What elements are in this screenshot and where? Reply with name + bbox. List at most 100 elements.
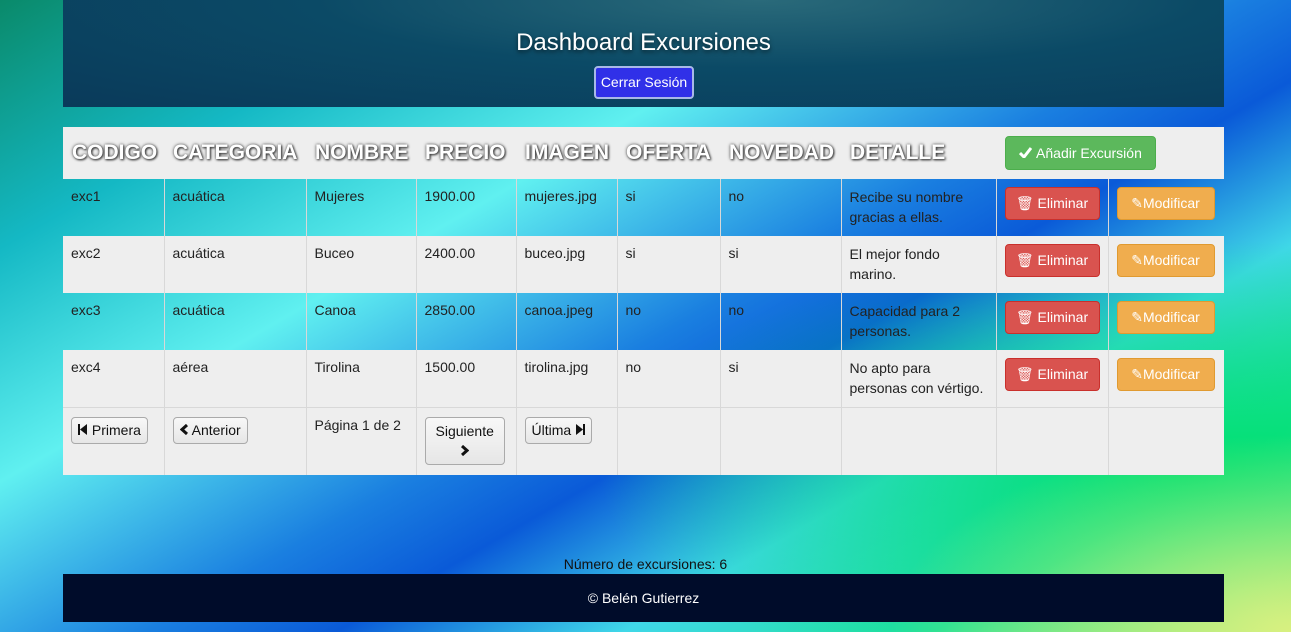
cell-precio: 2850.00 (415, 293, 516, 350)
cell-modify: ✎Modificar (1107, 293, 1224, 350)
delete-button[interactable]: 🗑 Eliminar (1004, 244, 1100, 277)
cell-oferta: si (616, 236, 720, 293)
cell-imagen: buceo.jpg (515, 236, 617, 293)
chevron-right-icon (460, 441, 470, 461)
cell-categoria: acuática (163, 293, 306, 350)
cell-categoria: acuática (163, 236, 306, 293)
cell-delete: 🗑 Eliminar (995, 350, 1108, 407)
cell-oferta: no (616, 350, 720, 407)
pagination-row: Primera Anterior Página 1 de 2 Siguiente… (63, 406, 1224, 475)
cell-imagen: mujeres.jpg (515, 179, 617, 236)
excursions-table: CODIGO CATEGORIA NOMBRE PRECIO IMAGEN OF… (63, 127, 1224, 475)
column-header-oferta: OFERTA (617, 127, 720, 179)
copyright: © Belén Gutierrez (587, 590, 700, 606)
prev-page-button[interactable]: Anterior (172, 416, 248, 444)
add-cell: Añadir Excursión (996, 127, 1224, 179)
cell-modify: ✎Modificar (1107, 179, 1224, 236)
modify-button[interactable]: ✎Modificar (1116, 244, 1215, 277)
prev-page-label: Anterior (191, 421, 241, 438)
page-title: Dashboard Excursiones (516, 29, 771, 56)
pager-prev-cell: Anterior (163, 406, 306, 475)
add-excursion-label: Añadir Excursión (1036, 145, 1142, 161)
cell-modify: ✎Modificar (1107, 236, 1224, 293)
page-info: Página 1 de 2 (305, 406, 416, 475)
column-header-imagen: IMAGEN (516, 127, 617, 179)
pencil-icon: ✎ (1131, 309, 1143, 325)
cell-nombre: Canoa (305, 293, 416, 350)
pager-next-cell: Siguiente (415, 406, 516, 475)
check-icon (1019, 137, 1033, 169)
pager-first-cell: Primera (63, 406, 164, 475)
page-footer: © Belén Gutierrez (63, 574, 1224, 622)
cell-nombre: Tirolina (305, 350, 416, 407)
delete-button[interactable]: 🗑 Eliminar (1004, 187, 1100, 220)
delete-button[interactable]: 🗑 Eliminar (1004, 358, 1100, 391)
cell-precio: 2400.00 (415, 236, 516, 293)
cell-categoria: acuática (163, 179, 306, 236)
cell-nombre: Buceo (305, 236, 416, 293)
column-header-codigo: CODIGO (63, 127, 164, 179)
delete-label: Eliminar (1037, 309, 1089, 325)
column-header-novedad: NOVEDAD (720, 127, 841, 179)
trash-icon: 🗑 (1015, 252, 1034, 268)
modify-label: Modificar (1142, 366, 1200, 382)
delete-label: Eliminar (1037, 252, 1089, 268)
cell-nombre: Mujeres (305, 179, 416, 236)
add-excursion-button[interactable]: Añadir Excursión (1005, 136, 1156, 170)
cell-novedad: no (719, 293, 841, 350)
pencil-icon: ✎ (1131, 195, 1143, 211)
step-forward-icon (575, 418, 586, 443)
delete-button[interactable]: 🗑 Eliminar (1004, 301, 1100, 334)
cell-detalle: Capacidad para 2 personas. (840, 293, 996, 350)
next-page-button[interactable]: Siguiente (424, 416, 505, 465)
delete-label: Eliminar (1037, 195, 1089, 211)
cell-novedad: no (719, 179, 841, 236)
cell-novedad: si (719, 350, 841, 407)
logout-button[interactable]: Cerrar Sesión (594, 66, 694, 99)
cell-delete: 🗑 Eliminar (995, 236, 1108, 293)
trash-icon: 🗑 (1015, 195, 1034, 211)
modify-label: Modificar (1142, 309, 1200, 325)
column-header-precio: PRECIO (416, 127, 516, 179)
cell-novedad: si (719, 236, 841, 293)
modify-button[interactable]: ✎Modificar (1116, 358, 1215, 391)
table-header: CODIGO CATEGORIA NOMBRE PRECIO IMAGEN OF… (63, 127, 1224, 179)
table-row: exc3 acuática Canoa 2850.00 canoa.jpeg n… (63, 293, 1224, 350)
cell-codigo: exc2 (63, 236, 164, 293)
last-page-button[interactable]: Última (524, 416, 593, 444)
cell-codigo: exc4 (63, 350, 164, 407)
table-row: exc1 acuática Mujeres 1900.00 mujeres.jp… (63, 179, 1224, 236)
next-page-label: Siguiente (435, 422, 494, 439)
cell-categoria: aérea (163, 350, 306, 407)
column-header-nombre: NOMBRE (306, 127, 416, 179)
cell-oferta: no (616, 293, 720, 350)
cell-precio: 1900.00 (415, 179, 516, 236)
trash-icon: 🗑 (1015, 309, 1034, 325)
cell-precio: 1500.00 (415, 350, 516, 407)
cell-detalle: El mejor fondo marino. (840, 236, 996, 293)
first-page-button[interactable]: Primera (71, 416, 148, 444)
pencil-icon: ✎ (1131, 366, 1143, 382)
cell-modify: ✎Modificar (1107, 350, 1224, 407)
modify-button[interactable]: ✎Modificar (1116, 301, 1215, 334)
cell-imagen: canoa.jpeg (515, 293, 617, 350)
cell-imagen: tirolina.jpg (515, 350, 617, 407)
column-header-detalle: DETALLE (841, 127, 996, 179)
modify-label: Modificar (1142, 195, 1200, 211)
cell-detalle: Recibe su nombre gracias a ellas. (840, 179, 996, 236)
pager-last-cell: Última (515, 406, 617, 475)
delete-label: Eliminar (1037, 366, 1089, 382)
modify-button[interactable]: ✎Modificar (1116, 187, 1215, 220)
cell-codigo: exc1 (71, 188, 101, 204)
cell-detalle: No apto para personas con vértigo. (840, 350, 996, 407)
cell-codigo: exc3 (71, 302, 101, 318)
column-header-categoria: CATEGORIA (164, 127, 306, 179)
last-page-label: Última (531, 421, 572, 438)
table-row: exc4 aérea Tirolina 1500.00 tirolina.jpg… (63, 350, 1224, 407)
cell-oferta: si (616, 179, 720, 236)
excursions-panel: CODIGO CATEGORIA NOMBRE PRECIO IMAGEN OF… (63, 127, 1224, 475)
trash-icon: 🗑 (1015, 366, 1034, 382)
cell-delete: 🗑 Eliminar (995, 179, 1108, 236)
chevron-left-icon (179, 418, 189, 443)
modify-label: Modificar (1142, 252, 1200, 268)
